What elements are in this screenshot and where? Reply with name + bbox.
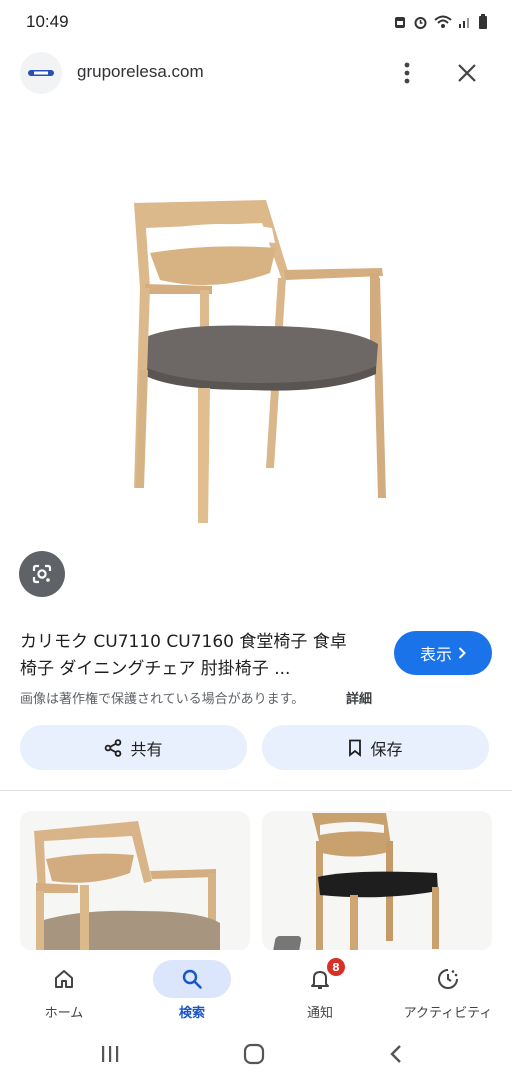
result-image[interactable] bbox=[0, 108, 512, 613]
home-button-icon[interactable] bbox=[234, 1038, 274, 1070]
bell-icon bbox=[281, 960, 359, 998]
alarm-icon bbox=[414, 16, 427, 29]
close-icon[interactable] bbox=[452, 58, 482, 88]
nav-search-label: 検索 bbox=[178, 1006, 205, 1021]
related-image-1[interactable] bbox=[20, 811, 250, 951]
copyright-notice: 画像は著作権で保護されている場合があります。 bbox=[20, 692, 305, 707]
search-icon bbox=[153, 960, 231, 998]
divider bbox=[0, 790, 512, 791]
save-button[interactable]: 保存 bbox=[262, 725, 489, 770]
related-chair-image bbox=[312, 813, 439, 951]
battery-icon bbox=[479, 14, 487, 29]
bottom-nav: ホーム 検索 8 通知 アクティビティ bbox=[0, 950, 512, 1028]
notification-badge: 8 bbox=[327, 958, 345, 976]
save-button-label: 保存 bbox=[370, 739, 403, 759]
status-time: 10:49 bbox=[26, 12, 69, 31]
image-badge-icon bbox=[272, 936, 302, 951]
site-logo-icon[interactable] bbox=[20, 52, 62, 94]
share-icon bbox=[105, 738, 122, 757]
related-chair-image bbox=[34, 821, 220, 951]
nav-home-label: ホーム bbox=[44, 1006, 84, 1021]
details-link[interactable]: 詳細 bbox=[346, 688, 372, 707]
share-button[interactable]: 共有 bbox=[20, 725, 247, 770]
back-icon[interactable] bbox=[376, 1038, 416, 1070]
nav-activity[interactable]: アクティビティ bbox=[384, 950, 512, 1028]
nav-notifications-label: 通知 bbox=[306, 1006, 333, 1021]
result-title-line1: カリモク CU7110 CU7160 食堂椅子 食卓 bbox=[20, 632, 347, 652]
activity-icon bbox=[409, 960, 487, 998]
result-title-line2: 椅子 ダイニングチェア 肘掛椅子 ... bbox=[20, 659, 291, 679]
chair-image bbox=[134, 200, 386, 523]
page-header: gruporelesa.com bbox=[0, 46, 512, 102]
status-bar: 10:49 bbox=[0, 0, 512, 46]
signal-icon bbox=[459, 18, 469, 28]
share-button-label: 共有 bbox=[130, 739, 163, 759]
recent-apps-icon[interactable] bbox=[90, 1038, 130, 1070]
nav-activity-label: アクティビティ bbox=[403, 1006, 493, 1021]
nav-notifications[interactable]: 8 通知 bbox=[256, 950, 384, 1028]
nav-home[interactable]: ホーム bbox=[0, 950, 128, 1028]
nav-search[interactable]: 検索 bbox=[128, 950, 256, 1028]
chevron-right-icon bbox=[458, 647, 466, 659]
bookmark-icon bbox=[349, 739, 362, 757]
more-vert-icon[interactable] bbox=[394, 58, 420, 88]
visit-button[interactable]: 表示 bbox=[394, 631, 492, 675]
related-image-2[interactable] bbox=[262, 811, 492, 951]
wifi-icon bbox=[434, 15, 452, 28]
visit-button-label: 表示 bbox=[419, 645, 452, 664]
status-icons bbox=[393, 14, 488, 30]
home-icon bbox=[25, 960, 103, 998]
result-title[interactable]: カリモク CU7110 CU7160 食堂椅子 食卓 椅子 ダイニングチェア 肘… bbox=[20, 629, 380, 683]
google-lens-icon[interactable] bbox=[19, 551, 65, 597]
save-icon bbox=[395, 17, 405, 28]
system-nav-bar bbox=[0, 1028, 512, 1080]
site-name[interactable]: gruporelesa.com bbox=[77, 62, 204, 82]
